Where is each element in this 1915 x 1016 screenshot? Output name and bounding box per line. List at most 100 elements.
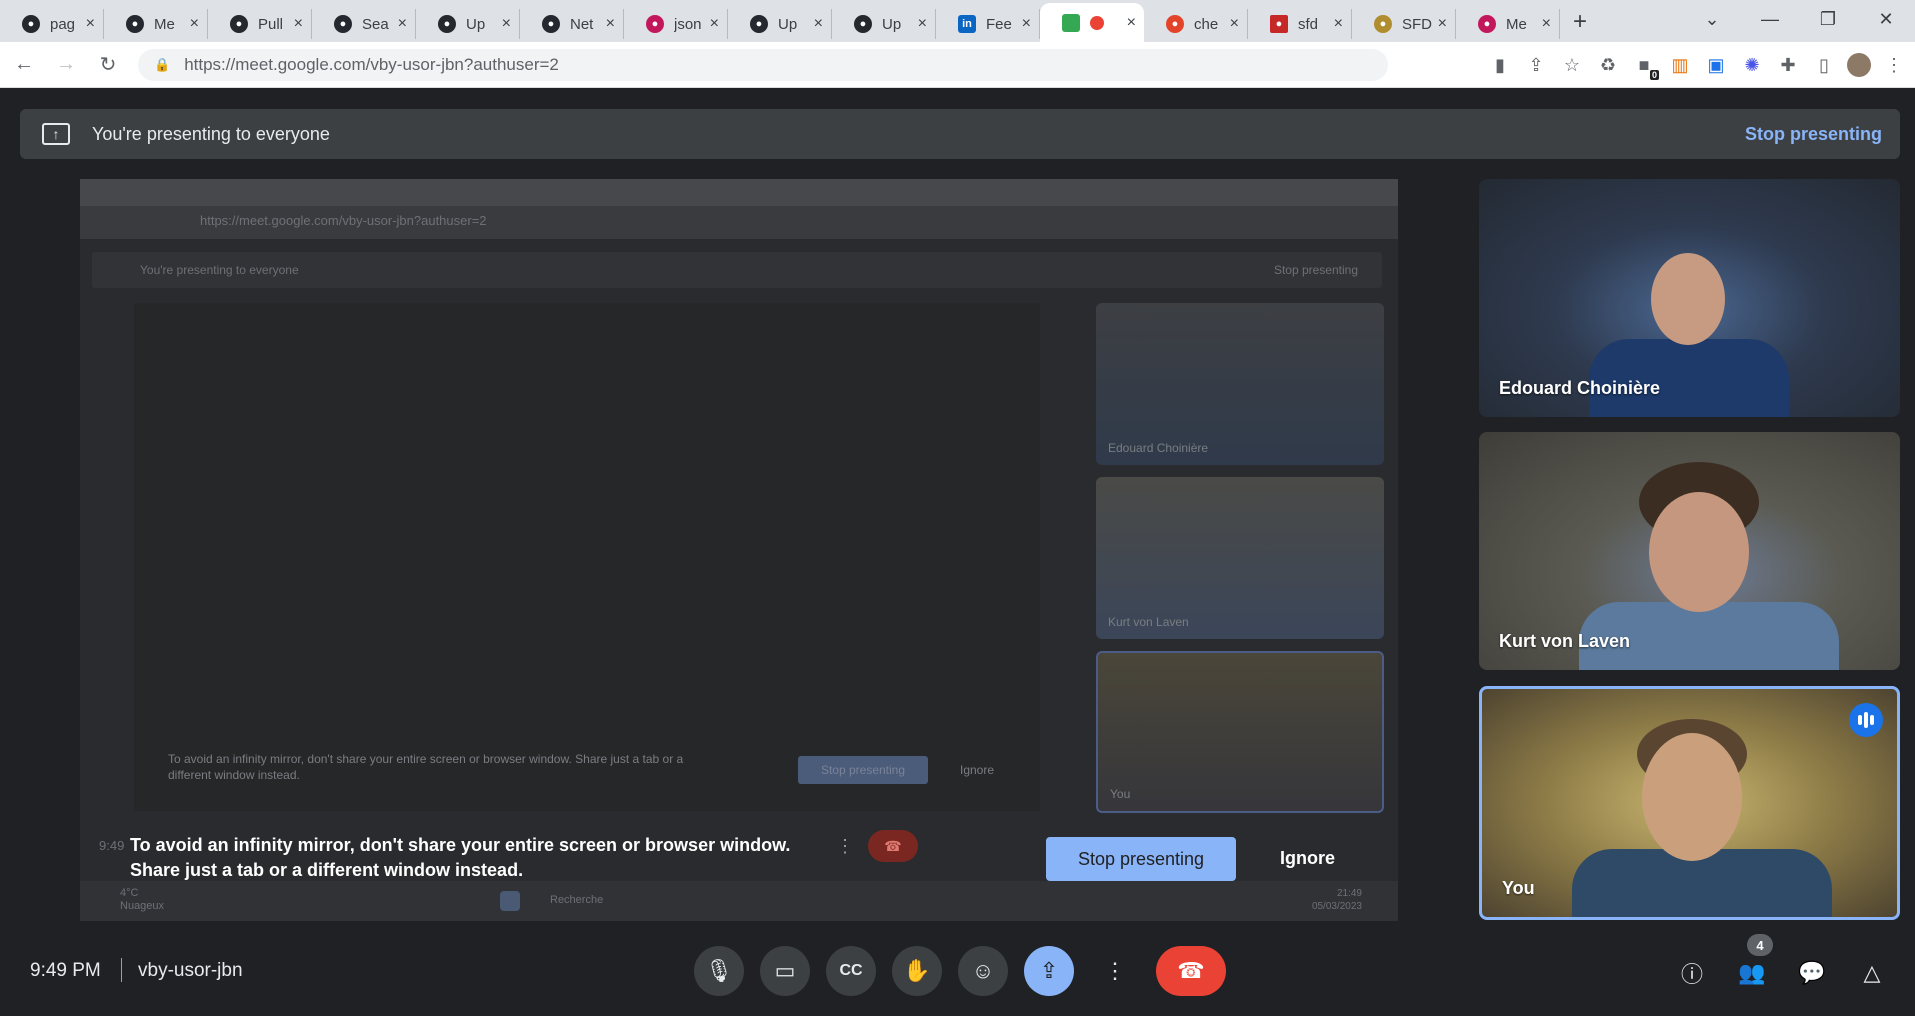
- raise-hand-icon[interactable]: ✋: [892, 946, 942, 996]
- browser-tab[interactable]: ● Up ×: [728, 9, 832, 39]
- recycle-icon[interactable]: ♻: [1595, 50, 1621, 80]
- browser-tab[interactable]: ● sfd ×: [1248, 9, 1352, 39]
- preview-url: https://meet.google.com/vby-usor-jbn?aut…: [200, 213, 487, 228]
- extension-badge-icon[interactable]: ■ 0: [1631, 50, 1659, 80]
- browser-tab[interactable]: ● Up ×: [416, 9, 520, 39]
- more-options-icon[interactable]: ⋮: [836, 836, 854, 857]
- preview-taskbar-icons: [500, 891, 520, 911]
- tab-title: json: [674, 15, 702, 33]
- browser-tab[interactable]: ● Net ×: [520, 9, 624, 39]
- preview-clock-date: 05/03/2023: [1311, 901, 1362, 912]
- more-options-icon[interactable]: ⋮: [1090, 946, 1140, 996]
- participant-name: Edouard Choinière: [1499, 378, 1661, 398]
- info-icon[interactable]: ⓘ: [1675, 956, 1709, 990]
- recording-icon: [1090, 15, 1104, 30]
- close-tab-icon[interactable]: ×: [1022, 15, 1031, 33]
- tab-title: Up: [466, 15, 486, 33]
- close-tab-icon[interactable]: ×: [294, 15, 303, 33]
- browser-tab[interactable]: ● SFD ×: [1352, 9, 1456, 39]
- avatar[interactable]: [1847, 53, 1871, 77]
- tab-title: pag: [50, 15, 76, 33]
- tab-title: che: [1194, 15, 1219, 33]
- browser-tab[interactable]: ● Up ×: [832, 9, 936, 39]
- close-tab-icon[interactable]: ×: [1438, 15, 1447, 33]
- tab-title: SFD: [1402, 15, 1432, 33]
- close-tab-icon[interactable]: ×: [1230, 15, 1239, 33]
- lock-icon[interactable]: 🔒: [154, 57, 170, 73]
- present-screen-icon[interactable]: ⇪: [1024, 946, 1074, 996]
- close-tab-icon[interactable]: ×: [710, 15, 719, 33]
- close-tab-icon[interactable]: ×: [606, 15, 615, 33]
- close-tab-icon[interactable]: ×: [918, 15, 927, 33]
- participant-tile-self[interactable]: You: [1479, 686, 1900, 920]
- address-bar[interactable]: 🔒 https://meet.google.com/vby-usor-jbn?a…: [138, 49, 1388, 81]
- browser-tab[interactable]: in Fee ×: [936, 9, 1040, 39]
- gear-icon[interactable]: ✺: [1739, 50, 1765, 80]
- github-icon: ●: [438, 15, 456, 33]
- browser-tab[interactable]: ● pag ×: [0, 9, 104, 39]
- participant-face: [1649, 492, 1749, 612]
- meeting-side-controls: ⓘ 👥 4 💬 △: [1675, 934, 1889, 990]
- microphone-icon[interactable]: 🎙: [694, 946, 744, 996]
- browser-tab[interactable]: ● che ×: [1144, 9, 1248, 39]
- browser-tab[interactable]: ● Me ×: [104, 9, 208, 39]
- github-icon: ●: [854, 15, 872, 33]
- participant-tile[interactable]: Kurt von Laven: [1479, 432, 1900, 670]
- preview-banner-text: You're presenting to everyone: [140, 263, 299, 277]
- close-tab-icon[interactable]: ×: [1127, 14, 1136, 32]
- preview-toolbar: https://meet.google.com/vby-usor-jbn?aut…: [80, 206, 1398, 240]
- preview-banner: You're presenting to everyone Stop prese…: [92, 252, 1382, 288]
- activities-icon[interactable]: △: [1855, 956, 1889, 990]
- camera-icon[interactable]: ▭: [760, 946, 810, 996]
- chart-icon[interactable]: ▥: [1667, 50, 1693, 80]
- ignore-button[interactable]: Ignore: [1280, 848, 1335, 869]
- browser-tab-active[interactable]: ×: [1040, 3, 1144, 42]
- star-icon[interactable]: ☆: [1559, 50, 1585, 80]
- stop-presenting-button[interactable]: Stop presenting: [1046, 837, 1236, 881]
- puzzle-icon[interactable]: ✚: [1775, 50, 1801, 80]
- preview-tile: Edouard Choinière: [1096, 303, 1384, 465]
- close-tab-icon[interactable]: ×: [86, 15, 95, 33]
- end-call-icon[interactable]: ☎: [1156, 946, 1226, 996]
- kebab-menu-icon[interactable]: ⋮: [1881, 50, 1907, 80]
- minimize-icon[interactable]: —: [1741, 0, 1799, 38]
- browser-tab[interactable]: ● json ×: [624, 9, 728, 39]
- stop-presenting-link[interactable]: Stop presenting: [1745, 124, 1882, 145]
- preview-tile-name: Kurt von Laven: [1108, 615, 1189, 629]
- close-tab-icon[interactable]: ×: [1334, 15, 1343, 33]
- emoji-icon[interactable]: ☺: [958, 946, 1008, 996]
- browser-tab[interactable]: ● Sea ×: [312, 9, 416, 39]
- back-icon[interactable]: ←: [6, 47, 42, 83]
- close-tab-icon[interactable]: ×: [814, 15, 823, 33]
- participant-tile[interactable]: Edouard Choinière: [1479, 179, 1900, 417]
- browser-tab-strip: ● pag × ● Me × ● Pull × ● Sea × ● Up × ● Net × ● json…: [0, 0, 1915, 42]
- close-tab-icon[interactable]: ×: [1542, 15, 1551, 33]
- sidebar-icon[interactable]: ▯: [1811, 50, 1837, 80]
- tab-search-icon[interactable]: ⌄: [1683, 0, 1741, 38]
- share-icon[interactable]: ⇪: [1523, 50, 1549, 80]
- reload-icon[interactable]: ↻: [90, 47, 126, 83]
- people-icon[interactable]: 👥 4: [1735, 934, 1773, 990]
- screen-icon[interactable]: ▣: [1703, 50, 1729, 80]
- close-tab-icon[interactable]: ×: [502, 15, 511, 33]
- close-tab-icon[interactable]: ×: [190, 15, 199, 33]
- chat-icon[interactable]: 💬: [1795, 956, 1829, 990]
- captions-icon[interactable]: CC: [826, 946, 876, 996]
- divider: [121, 958, 122, 982]
- github-icon: ●: [126, 15, 144, 33]
- windows-icon: [500, 891, 520, 911]
- browser-tab[interactable]: ● Me ×: [1456, 9, 1560, 39]
- close-tab-icon[interactable]: ×: [398, 15, 407, 33]
- preview-banner-stop: Stop presenting: [1273, 263, 1358, 277]
- preview-search: Recherche: [550, 894, 604, 906]
- browser-tab[interactable]: ● Pull ×: [208, 9, 312, 39]
- preview-weather: 4°C Nuageux: [120, 887, 164, 913]
- forward-icon[interactable]: →: [48, 47, 84, 83]
- shared-screen-preview: https://meet.google.com/vby-usor-jbn?aut…: [80, 179, 1398, 921]
- tab-title: Fee: [986, 15, 1012, 33]
- restore-icon[interactable]: ❐: [1799, 0, 1857, 38]
- close-window-icon[interactable]: ✕: [1857, 0, 1915, 38]
- camera-icon[interactable]: ▮: [1487, 50, 1513, 80]
- participant-face: [1642, 733, 1742, 861]
- new-tab-button[interactable]: +: [1560, 8, 1600, 36]
